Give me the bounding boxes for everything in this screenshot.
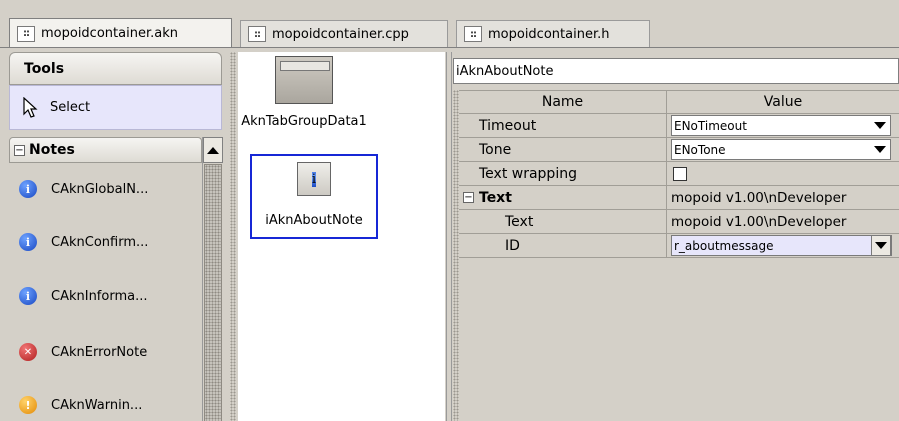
tone-dropdown[interactable]: ENoTone — [671, 139, 891, 160]
property-grid: Name Value Timeout ENoTimeout Tone ENoTo… — [459, 90, 899, 258]
grid-header: Name Value — [459, 90, 899, 114]
component-palette: Tools Select − Notes i CAknGlobalN... i … — [9, 52, 229, 421]
properties-panel: iAknAboutNote Name Value Timeout ENoTime… — [453, 52, 899, 421]
tab-label: mopoidcontainer.h — [488, 26, 610, 42]
property-value-cell: ENoTone — [667, 138, 899, 161]
palette-item[interactable]: ✕ CAknErrorNote — [19, 337, 199, 367]
column-header-value[interactable]: Value — [667, 91, 899, 113]
design-canvas[interactable]: AknTabGroupData1 i iAknAboutNote — [238, 52, 445, 421]
palette-item-label: CAknWarnin... — [51, 397, 143, 413]
property-value-cell — [667, 162, 899, 185]
scroll-thumb[interactable] — [204, 164, 222, 421]
palette-tools-header[interactable]: Tools — [9, 52, 222, 85]
component-label: AknTabGroupData1 — [241, 114, 367, 129]
properties-title: iAknAboutNote — [453, 58, 899, 84]
info-icon: i — [19, 287, 37, 305]
property-value[interactable]: mopoid v1.00\nDeveloper — [667, 210, 899, 233]
property-row-text-wrapping[interactable]: Text wrapping — [459, 162, 899, 186]
warning-icon: ! — [19, 396, 37, 414]
file-type-icon: :: — [248, 26, 266, 42]
palette-item[interactable]: i CAknConfirm... — [19, 227, 199, 257]
property-name: Text wrapping — [459, 162, 667, 185]
property-row-text[interactable]: Text mopoid v1.00\nDeveloper — [459, 210, 899, 234]
canvas-splitter[interactable] — [446, 52, 452, 421]
property-value[interactable]: mopoid v1.00\nDeveloper — [667, 186, 899, 209]
notes-category-label: Notes — [29, 142, 75, 158]
file-type-icon: :: — [464, 26, 482, 42]
property-name: Timeout — [459, 114, 667, 137]
component-label: iAknAboutNote — [265, 213, 363, 228]
select-tool-label: Select — [50, 100, 91, 115]
property-name: Tone — [459, 138, 667, 161]
property-row-tone[interactable]: Tone ENoTone — [459, 138, 899, 162]
property-name: Text — [459, 210, 667, 233]
tab-mopoidcontainer-cpp[interactable]: :: mopoidcontainer.cpp — [240, 20, 448, 47]
tab-label: mopoidcontainer.cpp — [272, 26, 409, 42]
palette-item-label: CAknInforma... — [51, 288, 148, 304]
palette-item-label: CAknGlobalN... — [51, 181, 149, 197]
tab-label: mopoidcontainer.akn — [41, 26, 178, 41]
tab-divider — [0, 47, 899, 48]
dropdown-value: ENoTimeout — [674, 118, 747, 133]
palette-item-label: CAknErrorNote — [51, 344, 148, 360]
chevron-down-icon — [874, 146, 886, 153]
chevron-down-icon — [874, 122, 886, 129]
dropdown-button[interactable] — [871, 235, 891, 256]
cursor-arrow-icon — [23, 96, 38, 118]
tab-mopoidcontainer-h[interactable]: :: mopoidcontainer.h — [456, 20, 650, 47]
chevron-down-icon — [875, 242, 887, 249]
component-iaknaboutnote[interactable]: i iAknAboutNote — [250, 162, 378, 228]
note-component-tile: i — [297, 162, 331, 196]
collapse-icon[interactable]: − — [463, 192, 474, 203]
id-dropdown[interactable]: r_aboutmessage — [671, 235, 892, 256]
file-type-icon: :: — [17, 25, 35, 42]
property-value-cell: r_aboutmessage — [667, 234, 899, 257]
property-row-text-group[interactable]: − Text mopoid v1.00\nDeveloper — [459, 186, 899, 210]
tab-mopoidcontainer-akn[interactable]: :: mopoidcontainer.akn — [9, 18, 232, 48]
property-name: ID — [459, 234, 667, 257]
editor-tab-bar: :: mopoidcontainer.akn :: mopoidcontaine… — [0, 0, 899, 48]
error-icon: ✕ — [19, 343, 37, 361]
palette-scrollbar[interactable] — [202, 137, 223, 421]
column-header-name[interactable]: Name — [459, 91, 667, 113]
info-icon: i — [19, 180, 37, 198]
notes-category-header[interactable]: − Notes — [9, 137, 202, 163]
property-value-cell: ENoTimeout — [667, 114, 899, 137]
dropdown-value: r_aboutmessage — [674, 238, 774, 253]
palette-item[interactable]: i CAknInforma... — [19, 281, 199, 311]
info-icon: i — [311, 171, 317, 187]
property-group-label: Text — [479, 189, 512, 206]
palette-item-label: CAknConfirm... — [51, 234, 149, 250]
scroll-up-button[interactable] — [203, 137, 223, 163]
collapse-icon[interactable]: − — [14, 144, 25, 156]
component-akntabgroupdata1[interactable]: AknTabGroupData1 — [239, 56, 369, 129]
property-row-timeout[interactable]: Timeout ENoTimeout — [459, 114, 899, 138]
dropdown-value: ENoTone — [674, 142, 726, 157]
window-component-icon — [275, 56, 333, 104]
property-group-name[interactable]: − Text — [459, 186, 667, 209]
arrow-up-icon — [207, 146, 219, 154]
timeout-dropdown[interactable]: ENoTimeout — [671, 115, 891, 136]
text-wrapping-checkbox[interactable] — [673, 166, 687, 181]
property-row-id[interactable]: ID r_aboutmessage — [459, 234, 899, 258]
info-icon: i — [19, 233, 37, 251]
palette-splitter[interactable] — [230, 52, 236, 421]
select-tool[interactable]: Select — [9, 85, 222, 130]
palette-item[interactable]: i CAknGlobalN... — [19, 174, 199, 204]
palette-item[interactable]: ! CAknWarnin... — [19, 390, 199, 420]
